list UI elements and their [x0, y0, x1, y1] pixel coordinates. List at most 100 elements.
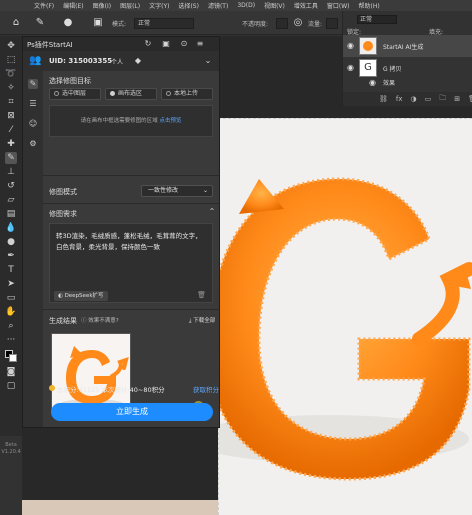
menu-file[interactable]: 文件(F): [34, 1, 54, 10]
deepseek-expand-button[interactable]: ◐ DeepSeek扩写: [54, 291, 108, 301]
flow-field[interactable]: [326, 18, 338, 29]
brush-size-icon[interactable]: ●: [62, 17, 74, 29]
fluffy-g-artwork: [219, 177, 472, 481]
move-tool-icon[interactable]: ✥: [5, 40, 17, 52]
layer-thumbnail: [359, 37, 377, 55]
document-canvas[interactable]: [218, 118, 472, 515]
get-credits-link[interactable]: 获取积分: [193, 384, 219, 394]
refresh-icon[interactable]: ↻: [143, 39, 153, 49]
dodge-tool-icon[interactable]: ●: [5, 236, 17, 248]
plugin-title: Ps插件StartAI: [27, 41, 73, 49]
selection-hint-box: 请在画布中框选需要修图的区域 点击预览: [49, 105, 213, 137]
lasso-tool-icon[interactable]: ➰: [5, 68, 17, 80]
option-local-upload[interactable]: 本地上传: [161, 88, 213, 100]
menu-type[interactable]: 文字(Y): [149, 1, 169, 10]
zoom-tool-icon[interactable]: ⌕: [5, 320, 17, 332]
frame-tool-icon[interactable]: ⊠: [5, 110, 17, 122]
rectangle-tool-icon[interactable]: ▭: [5, 292, 17, 304]
link-layers-icon[interactable]: ⛓: [379, 95, 388, 103]
screen-mode-icon[interactable]: ▢: [5, 380, 17, 392]
fx-icon[interactable]: fx: [396, 95, 403, 103]
account-type-badge[interactable]: 个人: [111, 57, 123, 66]
eyedropper-tool-icon[interactable]: ⁄: [5, 124, 17, 136]
crop-tool-icon[interactable]: ⌗: [5, 96, 17, 108]
pressure-opacity-icon[interactable]: ◎: [292, 17, 304, 29]
menu-select[interactable]: 选择(S): [178, 1, 199, 10]
settings-icon[interactable]: ⚙: [28, 139, 38, 149]
blend-mode-dropdown[interactable]: 正常: [357, 15, 397, 24]
request-textarea[interactable]: 转3D渲染，毛绒质感，蓬松毛绒，毛茸茸的文字，白色背景，柔光背景，保持颜色一致 …: [49, 223, 213, 303]
menu-window[interactable]: 窗口(W): [327, 1, 350, 10]
option-selected-layer[interactable]: 选中图层: [49, 88, 101, 100]
chevron-up-icon[interactable]: ⌃: [207, 207, 217, 217]
layer-name[interactable]: G 拷贝: [383, 64, 402, 73]
menu-image[interactable]: 图像(I): [93, 1, 111, 10]
menu-edit[interactable]: 编辑(E): [63, 1, 83, 10]
request-section-title: 修图需求: [49, 210, 77, 218]
gradient-tool-icon[interactable]: ▤: [5, 208, 17, 220]
layer-name[interactable]: StartAI AI生成: [383, 42, 423, 51]
pin-icon[interactable]: ⊙: [179, 39, 189, 49]
menu-plugins[interactable]: 增效工具: [294, 1, 318, 10]
chevron-down-icon[interactable]: ⌄: [203, 56, 213, 66]
user-icon[interactable]: ☺: [28, 119, 38, 129]
brush-settings-icon[interactable]: ▣: [92, 17, 104, 29]
pen-tool-icon[interactable]: ✒: [5, 250, 17, 262]
menu-3d[interactable]: 3D(D): [237, 2, 255, 9]
type-tool-icon[interactable]: T: [5, 264, 17, 276]
selection-hint: 请在画布中框选需要修图的区域: [80, 118, 158, 124]
menu-view[interactable]: 视图(V): [264, 1, 285, 10]
new-group-icon[interactable]: 🗀: [439, 94, 446, 105]
quick-select-tool-icon[interactable]: ✧: [5, 82, 17, 94]
more-tools-icon[interactable]: ···: [5, 334, 17, 346]
eye-icon[interactable]: ◉: [347, 63, 356, 72]
quick-mask-icon[interactable]: ◙: [5, 366, 17, 378]
brush-tool-icon[interactable]: ✎: [5, 152, 17, 164]
generate-button[interactable]: 立即生成: [51, 403, 213, 421]
stamp-tool-icon[interactable]: ⊥: [5, 166, 17, 178]
eye-icon[interactable]: ◉: [347, 41, 356, 50]
delete-layer-icon[interactable]: 🗑: [468, 95, 472, 103]
mode-dropdown[interactable]: 正常: [134, 18, 194, 29]
eraser-tool-icon[interactable]: ▱: [5, 194, 17, 206]
trash-icon[interactable]: 🗑: [197, 291, 206, 299]
new-layer-icon[interactable]: ⊞: [454, 95, 460, 103]
edit-icon[interactable]: ✎: [28, 79, 38, 89]
hand-tool-icon[interactable]: ✋: [5, 306, 17, 318]
brush-preset-icon[interactable]: ✎: [34, 17, 46, 29]
healing-brush-icon[interactable]: ✚: [5, 138, 17, 150]
menu-filter[interactable]: 滤镜(T): [208, 1, 228, 10]
mask-icon[interactable]: ▭: [425, 95, 432, 103]
marquee-tool-icon[interactable]: ⬚: [5, 54, 17, 66]
blur-tool-icon[interactable]: 💧: [5, 222, 17, 234]
mode-select[interactable]: 一致性修改 ⌄: [141, 185, 213, 197]
color-swatches-icon[interactable]: [5, 350, 17, 362]
history-brush-icon[interactable]: ↺: [5, 180, 17, 192]
layer-row-startai[interactable]: ◉ StartAI AI生成: [343, 35, 472, 57]
diamond-icon[interactable]: ◆: [133, 56, 143, 66]
opacity-field[interactable]: [276, 18, 288, 29]
download-all-button[interactable]: ⤓ 下载全部: [189, 316, 215, 325]
menu-layer[interactable]: 图层(L): [120, 1, 140, 10]
tools-panel: ✥ ⬚ ➰ ✧ ⌗ ⊠ ⁄ ✚ ✎ ⊥ ↺ ▱ ▤ 💧 ● ✒ T ➤ ▭ ✋ …: [0, 36, 22, 455]
option-canvas-selection[interactable]: 画布选区: [105, 88, 157, 100]
unsatisfied-link[interactable]: ⓘ 效果不满意?: [81, 316, 119, 324]
question-icon: ⓘ: [81, 318, 87, 324]
menu-icon[interactable]: ≡: [195, 39, 205, 49]
preview-link[interactable]: 点击预览: [159, 118, 181, 124]
menu-help[interactable]: 帮助(H): [359, 1, 380, 10]
result-thumbnail[interactable]: [51, 333, 131, 413]
request-text[interactable]: 转3D渲染，毛绒质感，蓬松毛绒，毛茸茸的文字，白色背景，柔光背景，保持颜色一致: [56, 231, 206, 253]
target-section-title: 选择修图目标: [49, 77, 91, 85]
opacity-label: 不透明度:: [242, 21, 269, 28]
uid-label: UID: 315003355: [49, 57, 113, 65]
adjustment-icon[interactable]: ◑: [411, 95, 417, 103]
layers-icon[interactable]: ☰: [28, 99, 38, 109]
deepseek-icon: ◐: [58, 293, 63, 299]
home-icon[interactable]: ⌂: [10, 17, 22, 29]
path-select-icon[interactable]: ➤: [5, 278, 17, 290]
layer-effects-row[interactable]: ◉ 效果: [343, 75, 472, 89]
window-icon[interactable]: ▣: [161, 39, 171, 49]
mode-section-title: 修图模式: [49, 188, 77, 196]
eye-icon[interactable]: ◉: [369, 78, 378, 87]
